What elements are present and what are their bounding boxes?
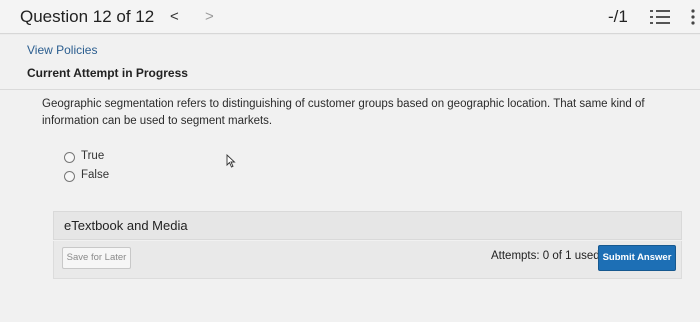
mouse-cursor-icon bbox=[226, 154, 236, 168]
answer-actions-bar: Save for Later Attempts: 0 of 1 used Sub… bbox=[53, 241, 682, 279]
answer-option-label: False bbox=[81, 169, 110, 181]
question-score: -/1 bbox=[608, 7, 628, 26]
question-content: View Policies Current Attempt in Progres… bbox=[0, 35, 700, 322]
answer-option-label: True bbox=[81, 150, 105, 162]
section-divider bbox=[0, 89, 700, 90]
save-for-later-button[interactable]: Save for Later bbox=[62, 247, 131, 269]
question-list-icon[interactable] bbox=[650, 9, 672, 25]
more-options-icon[interactable] bbox=[690, 9, 696, 25]
question-title: Question 12 of 12 bbox=[20, 7, 155, 26]
radio-button-true[interactable] bbox=[64, 152, 75, 163]
attempt-status-heading: Current Attempt in Progress bbox=[27, 66, 188, 80]
view-policies-link[interactable]: View Policies bbox=[27, 43, 97, 57]
question-header-bar: Question 12 of 12 < > -/1 bbox=[0, 0, 700, 34]
etextbook-media-label: eTextbook and Media bbox=[64, 218, 188, 233]
submit-answer-button[interactable]: Submit Answer bbox=[598, 245, 676, 271]
question-text: Geographic segmentation refers to distin… bbox=[42, 98, 645, 127]
previous-question-button[interactable]: < bbox=[170, 8, 179, 25]
next-question-button[interactable]: > bbox=[205, 8, 214, 25]
attempts-counter: Attempts: 0 of 1 used bbox=[491, 250, 600, 262]
etextbook-media-panel[interactable]: eTextbook and Media bbox=[53, 211, 682, 240]
radio-button-false[interactable] bbox=[64, 171, 75, 182]
